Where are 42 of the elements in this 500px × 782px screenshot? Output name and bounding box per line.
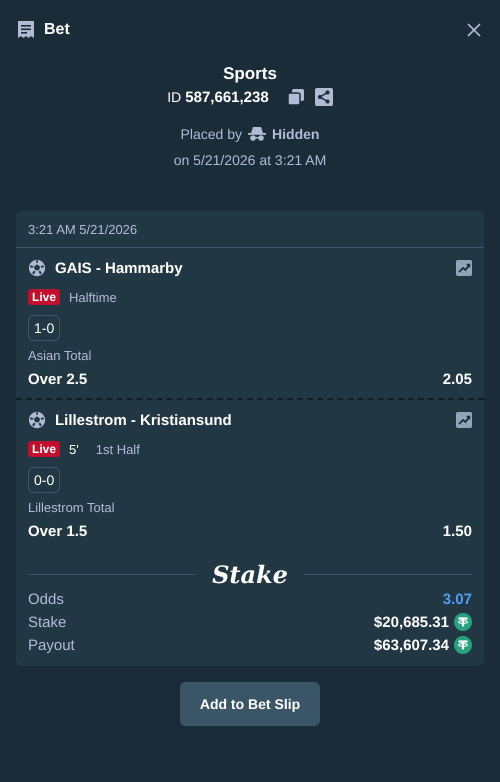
bet-timestamp: 3:21 AM 5/21/2026 bbox=[16, 211, 484, 248]
total-label: Stake bbox=[28, 614, 66, 630]
live-badge: Live bbox=[28, 289, 60, 305]
score-badge: 0-0 bbox=[28, 467, 60, 493]
match-title[interactable]: Lillestrom - Kristiansund bbox=[55, 412, 232, 428]
selection-odds: 2.05 bbox=[442, 371, 472, 388]
close-icon[interactable] bbox=[466, 22, 482, 38]
tether-coin-icon bbox=[454, 613, 472, 631]
selection-odds: 1.50 bbox=[442, 523, 472, 540]
copy-icon[interactable] bbox=[286, 88, 305, 106]
stats-icon[interactable] bbox=[456, 412, 472, 428]
bet-category: Sports bbox=[223, 64, 277, 84]
placed-date: on 5/21/2026 at 3:21 AM bbox=[174, 152, 326, 168]
total-odds: 3.07 bbox=[442, 591, 472, 608]
match-minute: 5' bbox=[69, 442, 79, 456]
selection-name: Over 2.5 bbox=[28, 371, 88, 388]
add-to-bet-slip-button[interactable]: Add to Bet Slip bbox=[180, 682, 320, 726]
stats-icon[interactable] bbox=[456, 260, 472, 276]
match-title[interactable]: GAIS - Hammarby bbox=[55, 260, 183, 276]
bet-id: 587,661,238 bbox=[185, 88, 269, 106]
dialog-title: Bet bbox=[44, 21, 70, 39]
id-label: ID bbox=[167, 89, 182, 105]
soccer-ball-icon bbox=[28, 259, 46, 277]
tether-coin-icon bbox=[454, 636, 472, 654]
market-name: Asian Total bbox=[28, 348, 92, 363]
total-label: Payout bbox=[28, 636, 75, 654]
soccer-ball-icon bbox=[28, 411, 46, 429]
match-period: Halftime bbox=[69, 290, 117, 304]
market-name: Lillestrom Total bbox=[28, 500, 116, 515]
total-label: Odds bbox=[28, 591, 64, 608]
live-badge: Live bbox=[28, 441, 60, 457]
share-icon[interactable] bbox=[314, 88, 333, 106]
match-period: 1st Half bbox=[96, 442, 140, 456]
amount-value: $20,685.31 bbox=[374, 614, 449, 630]
username: Hidden bbox=[272, 126, 320, 142]
receipt-icon bbox=[16, 20, 36, 40]
placed-by-label: Placed by bbox=[180, 126, 242, 142]
selection-name: Over 1.5 bbox=[28, 523, 88, 540]
amount-value: $63,607.34 bbox=[374, 636, 449, 654]
score-badge: 1-0 bbox=[28, 315, 60, 341]
brand-logo: Stake bbox=[212, 560, 288, 589]
incognito-icon bbox=[247, 126, 268, 142]
